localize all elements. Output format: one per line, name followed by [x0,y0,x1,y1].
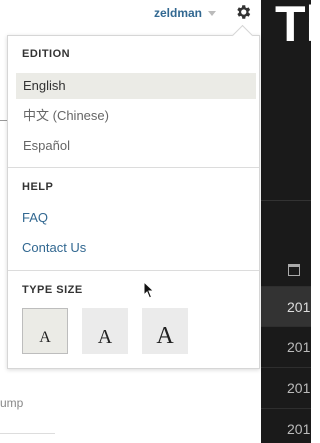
headline-fragment: Th [275,0,311,52]
type-size-medium-button[interactable]: A [82,308,128,354]
date-row[interactable]: 2016 [261,326,311,366]
type-size-heading: TYPE SIZE [22,284,83,296]
background-rule [0,433,55,434]
contact-us-link[interactable]: Contact Us [22,240,86,255]
username-label: zeldman [154,6,203,20]
divider [8,270,259,271]
dark-section-panel: Th 2016 2016 2016 2016 [261,0,311,443]
background-text: ump [0,396,24,410]
settings-dropdown: EDITION English 中文 (Chinese) Español HEL… [7,24,260,369]
user-menu-button[interactable]: zeldman [154,6,217,20]
type-size-small-button[interactable]: A [22,308,68,354]
date-row[interactable]: 2016 [261,408,311,443]
edition-option-spanish[interactable]: Español [16,133,256,159]
gear-icon[interactable] [233,3,253,23]
edition-option-chinese[interactable]: 中文 (Chinese) [16,103,256,129]
date-row[interactable]: 2016 [261,367,311,407]
help-heading: HELP [22,181,54,193]
faq-link[interactable]: FAQ [22,210,48,225]
edition-heading: EDITION [22,48,71,60]
date-row[interactable]: 2016 [261,286,311,326]
calendar-icon [288,264,300,276]
divider [8,167,259,168]
dropdown-notch [231,24,254,47]
type-size-large-button[interactable]: A [142,308,188,354]
divider [261,200,311,201]
chevron-down-icon [208,10,217,16]
edition-option-english[interactable]: English [16,73,256,99]
